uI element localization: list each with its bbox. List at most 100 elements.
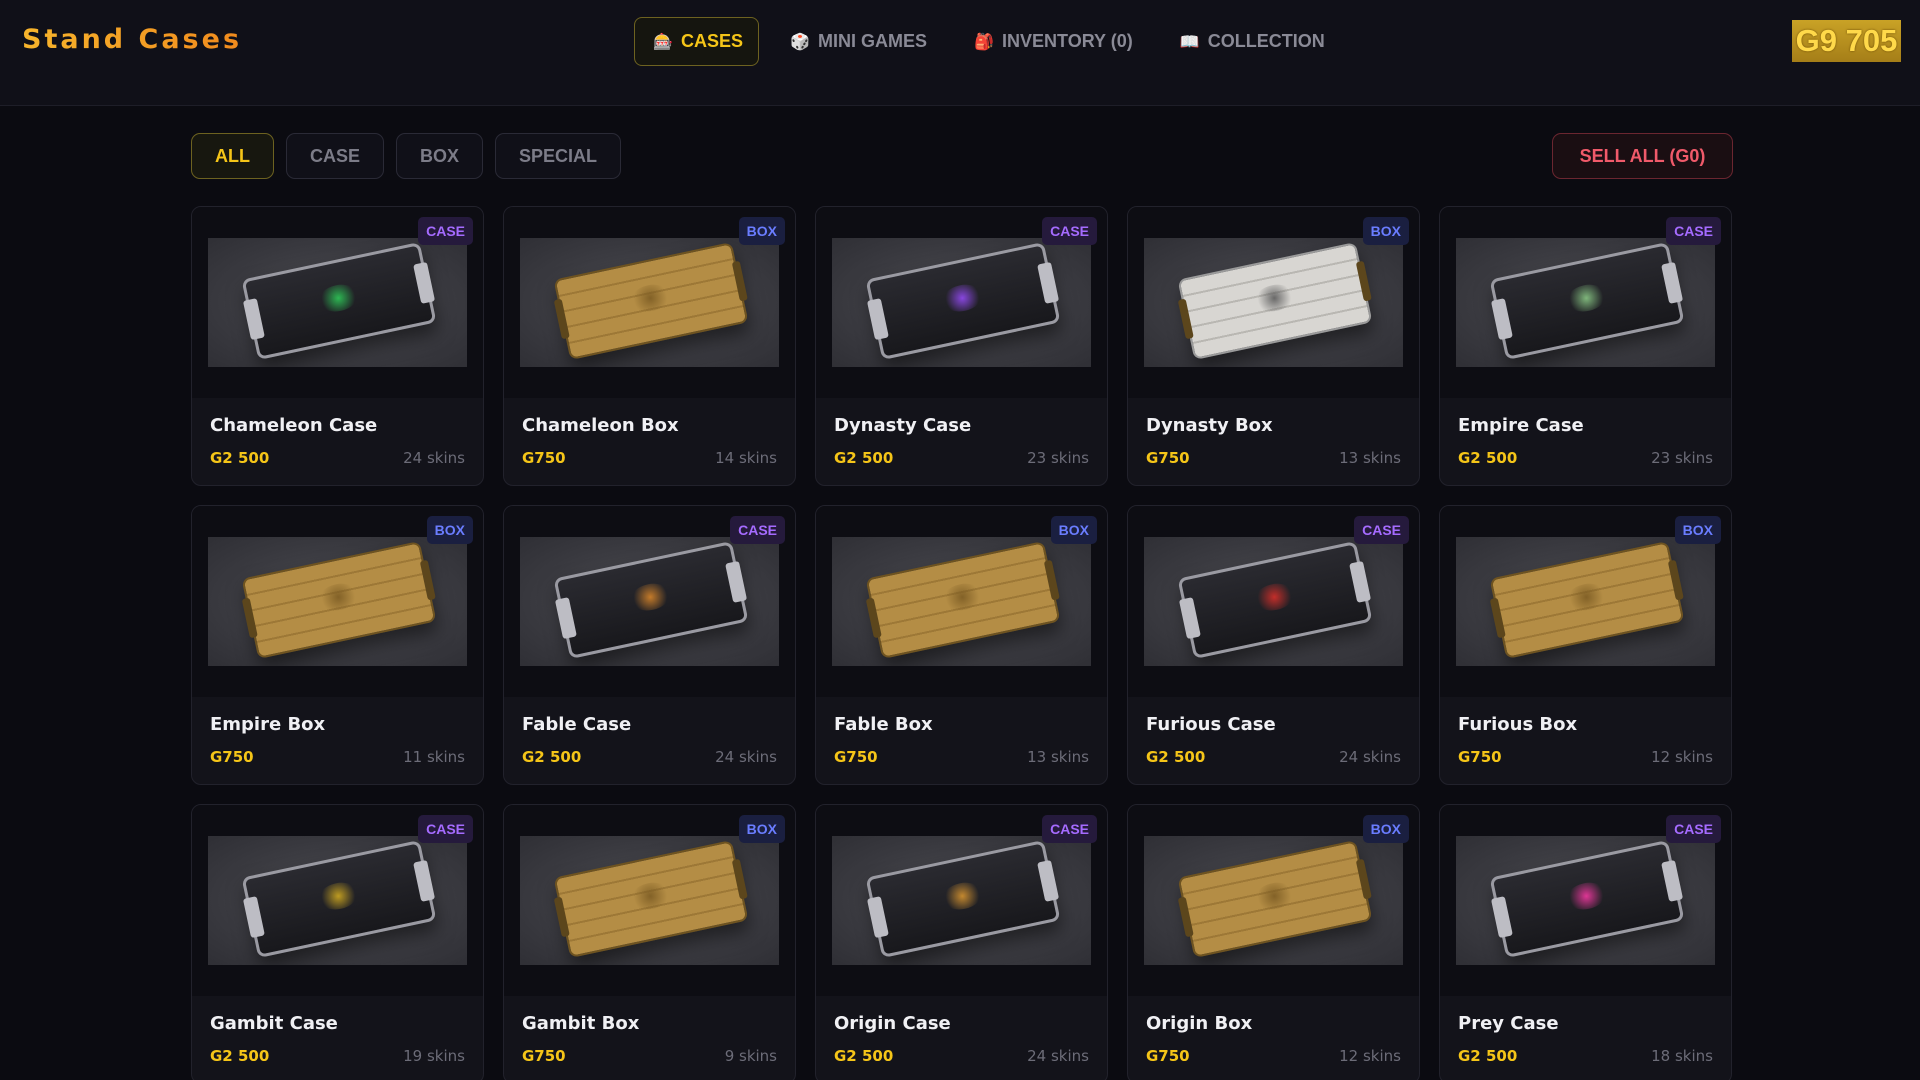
case-thumbnail (1456, 238, 1715, 367)
type-badge: CASE (1666, 217, 1721, 245)
card-image-area: CASE (1440, 207, 1731, 398)
case-card[interactable]: CASE Prey Case G2 500 18 skins (1439, 804, 1732, 1080)
nav-tab-inventory[interactable]: 🎒 INVENTORY (0) (955, 17, 1149, 66)
case-grid: CASE Chameleon Case G2 500 24 skins BOX Chame… (191, 206, 1732, 1080)
skin-count: 18 skins (1651, 1047, 1713, 1065)
crate-handle (1043, 559, 1060, 601)
case-name: Origin Case (834, 1013, 951, 1034)
case-card[interactable]: CASE Furious Case G2 500 24 skins (1127, 505, 1420, 785)
card-image-area: CASE (192, 805, 483, 996)
case-name: Furious Box (1458, 714, 1578, 735)
filter-special[interactable]: SPECIAL (495, 133, 622, 179)
case-card[interactable]: BOX Dynasty Box G750 13 skins (1127, 206, 1420, 486)
case-emblem-icon (940, 879, 985, 913)
card-image-area: CASE (1440, 805, 1731, 996)
case-price: G2 500 (210, 1047, 270, 1065)
type-badge: CASE (1042, 217, 1097, 245)
type-badge: BOX (1050, 516, 1097, 544)
skin-count: 9 skins (724, 1047, 777, 1065)
crate-handle (1349, 560, 1372, 603)
nav-tab-label: COLLECTION (1207, 31, 1325, 51)
case-thumbnail (1144, 836, 1403, 965)
case-thumbnail (208, 537, 467, 666)
case-price: G750 (210, 748, 254, 766)
card-image-area: BOX (192, 506, 483, 697)
case-emblem-icon (940, 281, 985, 315)
sell-all-button[interactable]: SELL ALL (G0) (1552, 133, 1733, 179)
case-thumbnail (208, 836, 467, 965)
case-card[interactable]: BOX Chameleon Box G750 14 skins (503, 206, 796, 486)
case-price: G750 (522, 449, 566, 467)
case-thumbnail (832, 537, 1091, 666)
case-price: G2 500 (834, 1047, 894, 1065)
crate-image (1177, 241, 1373, 361)
case-emblem-icon (628, 580, 673, 614)
card-image-area: BOX (1440, 506, 1731, 697)
backpack-icon: 🎒 (974, 33, 994, 51)
case-card[interactable]: CASE Chameleon Case G2 500 24 skins (191, 206, 484, 486)
nav-tab-mini-games[interactable]: 🎲 MINI GAMES (771, 17, 943, 66)
case-image (553, 540, 749, 660)
case-thumbnail (520, 537, 779, 666)
type-badge: BOX (1674, 516, 1721, 544)
type-badge: CASE (418, 815, 473, 843)
crate-handle (413, 261, 436, 304)
case-price: G2 500 (1146, 748, 1206, 766)
case-name: Gambit Case (210, 1013, 338, 1034)
case-card[interactable]: BOX Origin Box G750 12 skins (1127, 804, 1420, 1080)
app-logo[interactable]: Stand Cases (22, 24, 242, 55)
case-card[interactable]: CASE Gambit Case G2 500 19 skins (191, 804, 484, 1080)
case-thumbnail (520, 238, 779, 367)
case-price: G2 500 (834, 449, 894, 467)
crate-handle (1177, 298, 1194, 340)
case-emblem-icon (628, 879, 673, 913)
case-card[interactable]: CASE Origin Case G2 500 24 skins (815, 804, 1108, 1080)
crate-handle (1661, 261, 1684, 304)
case-card[interactable]: CASE Empire Case G2 500 23 skins (1439, 206, 1732, 486)
filter-tabs: ALL CASE BOX SPECIAL (191, 133, 622, 179)
case-card[interactable]: CASE Dynasty Case G2 500 23 skins (815, 206, 1108, 486)
nav-tab-collection[interactable]: 📖 COLLECTION (1161, 17, 1341, 66)
skin-count: 23 skins (1027, 449, 1089, 467)
crate-handle (866, 896, 889, 939)
case-price: G2 500 (1458, 449, 1518, 467)
case-thumbnail (520, 836, 779, 965)
case-image (1489, 241, 1685, 361)
card-image-area: CASE (816, 805, 1107, 996)
crate-handle (1177, 896, 1194, 938)
card-image-area: BOX (1128, 805, 1419, 996)
case-name: Dynasty Box (1146, 415, 1273, 436)
type-badge: BOX (738, 217, 785, 245)
type-badge: BOX (1362, 217, 1409, 245)
filter-box[interactable]: BOX (396, 133, 484, 179)
case-card[interactable]: BOX Fable Box G750 13 skins (815, 505, 1108, 785)
case-emblem-icon (628, 281, 673, 315)
case-name: Gambit Box (522, 1013, 640, 1034)
case-thumbnail (1456, 537, 1715, 666)
case-card[interactable]: BOX Furious Box G750 12 skins (1439, 505, 1732, 785)
case-name: Empire Box (210, 714, 326, 735)
nav-tab-cases[interactable]: 🎰 CASES (634, 17, 760, 66)
filter-case[interactable]: CASE (286, 133, 385, 179)
crate-handle (1490, 896, 1513, 939)
type-badge: BOX (426, 516, 473, 544)
case-emblem-icon (1564, 879, 1609, 913)
nav-tab-label: MINI GAMES (818, 31, 928, 51)
case-card[interactable]: CASE Fable Case G2 500 24 skins (503, 505, 796, 785)
case-thumbnail (832, 836, 1091, 965)
case-thumbnail (832, 238, 1091, 367)
case-emblem-icon (1252, 580, 1297, 614)
case-image (241, 241, 437, 361)
case-name: Dynasty Case (834, 415, 972, 436)
case-card[interactable]: BOX Empire Box G750 11 skins (191, 505, 484, 785)
case-card[interactable]: BOX Gambit Box G750 9 skins (503, 804, 796, 1080)
crate-handle (1667, 559, 1684, 601)
type-badge: CASE (730, 516, 785, 544)
case-name: Prey Case (1458, 1013, 1559, 1034)
case-price: G750 (1458, 748, 1502, 766)
dice-icon: 🎲 (790, 33, 810, 51)
crate-handle (1037, 261, 1060, 304)
case-thumbnail (208, 238, 467, 367)
type-badge: CASE (418, 217, 473, 245)
filter-all[interactable]: ALL (191, 133, 274, 179)
